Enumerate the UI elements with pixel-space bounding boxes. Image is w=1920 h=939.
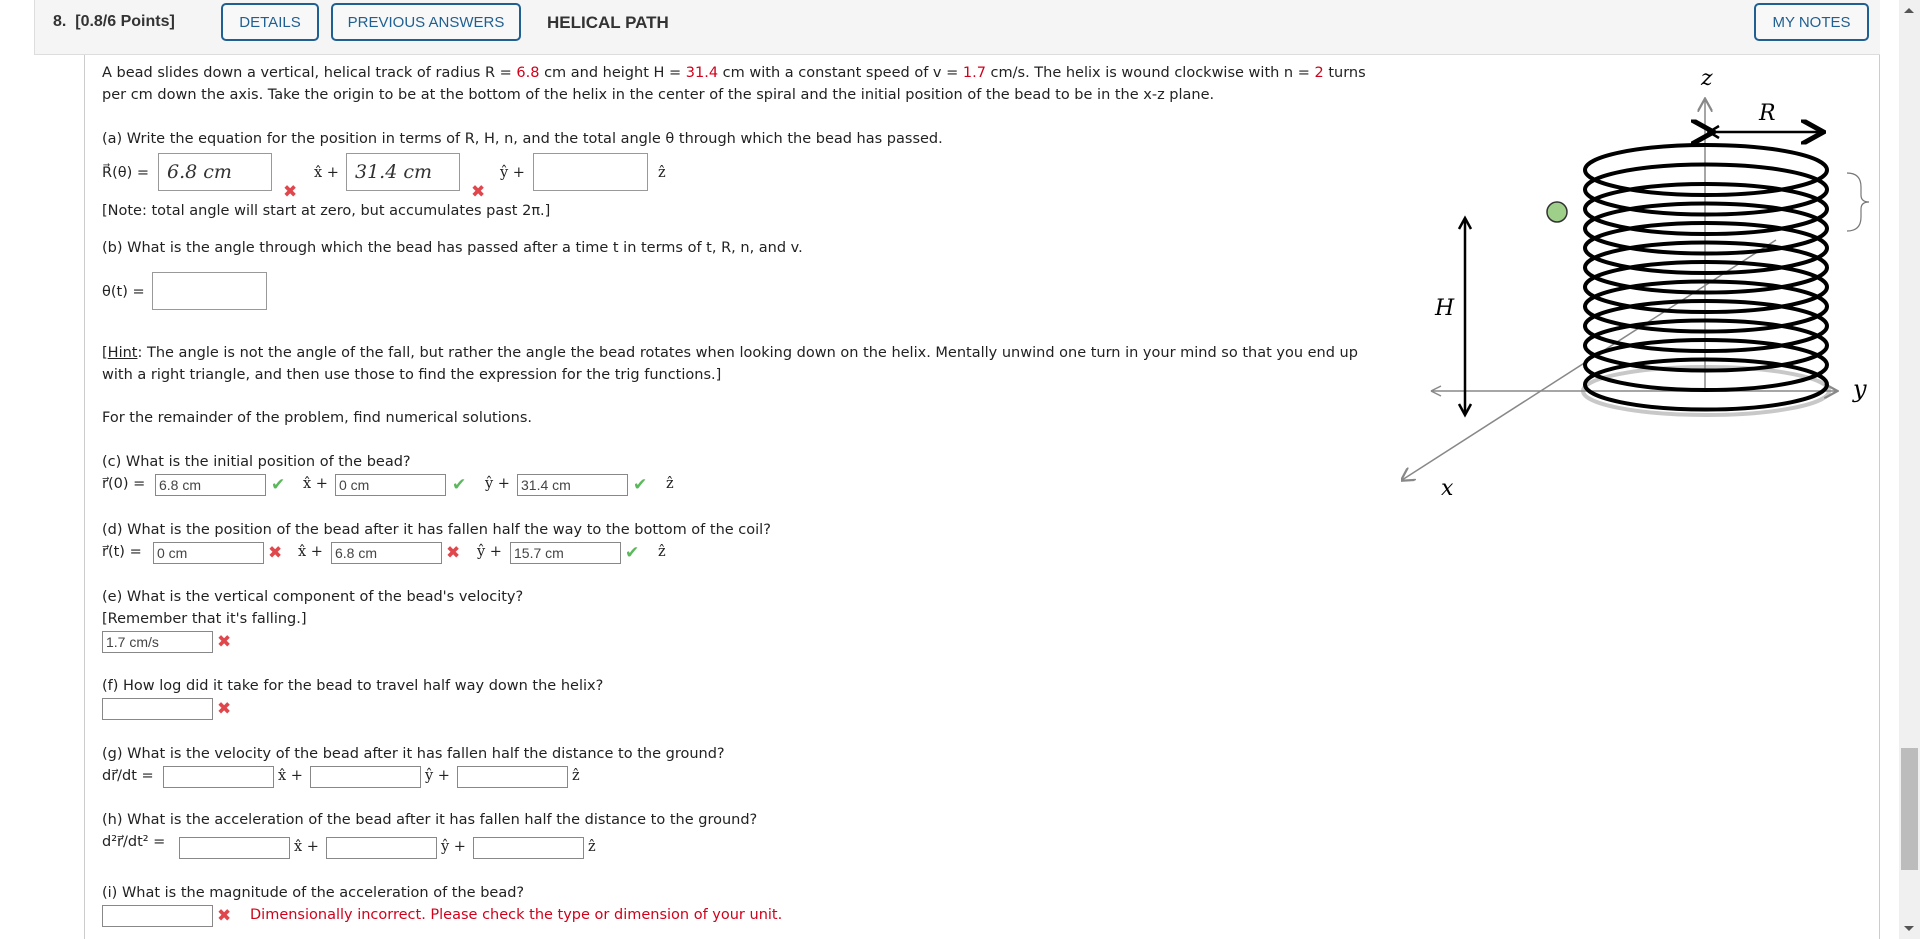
x-hat-unit: x̂ +	[314, 165, 339, 181]
H-label: H	[1434, 296, 1455, 321]
part-d-x-input[interactable]: 0 cm	[153, 542, 264, 564]
R-value: 6.8	[516, 65, 540, 81]
points-label: [0.8/6 Points]	[75, 13, 175, 30]
x-hat-unit: x̂ +	[303, 476, 328, 492]
x-label: x	[1441, 476, 1454, 501]
hint-line1: [Hint: The angle is not the angle of the…	[102, 345, 1358, 361]
hint-line2: with a right triangle, and then use thos…	[102, 367, 722, 383]
question-number: 8. [0.8/6 Points]	[53, 13, 175, 30]
incorrect-icon: ✖	[217, 632, 232, 652]
part-i-input[interactable]	[102, 905, 213, 927]
part-e-input[interactable]: 1.7 cm/s	[102, 631, 213, 653]
z-hat-unit: ẑ	[658, 165, 666, 181]
incorrect-icon: ✖	[446, 543, 461, 563]
x-hat-unit: x̂ +	[298, 544, 323, 560]
z-hat-unit: ẑ	[572, 768, 580, 784]
previous-answers-button[interactable]: PREVIOUS ANSWERS	[331, 3, 521, 41]
y-hat-unit: ŷ +	[485, 476, 510, 492]
part-f-question: (f) How log did it take for the bead to …	[102, 678, 604, 694]
part-g-question: (g) What is the velocity of the bead aft…	[102, 746, 725, 762]
y-hat-unit: ŷ +	[500, 165, 525, 181]
part-a-lhs: R⃗(θ) =	[102, 165, 150, 181]
scroll-thumb[interactable]	[1901, 748, 1918, 870]
part-h-x-input[interactable]	[179, 837, 290, 859]
z-hat-unit: ẑ	[666, 476, 674, 492]
part-c-question: (c) What is the initial position of the …	[102, 454, 411, 470]
part-g-x-input[interactable]	[163, 766, 274, 788]
part-f-input[interactable]	[102, 698, 213, 720]
n-value: 2	[1314, 65, 1324, 81]
incorrect-icon: ✖	[217, 906, 232, 926]
H-value: 31.4	[685, 65, 719, 81]
bead	[1546, 201, 1568, 223]
part-g-z-input[interactable]	[457, 766, 568, 788]
correct-icon: ✔	[625, 543, 640, 563]
correct-icon: ✔	[452, 475, 467, 495]
question-body: A bead slides down a vertical, helical t…	[84, 55, 1880, 939]
incorrect-icon: ✖	[471, 182, 486, 202]
y-hat-unit: ŷ +	[477, 544, 502, 560]
part-c-y-input[interactable]: 0 cm	[335, 474, 446, 496]
part-b-lhs: θ(t) =	[102, 284, 145, 300]
error-message: Dimensionally incorrect. Please check th…	[250, 907, 783, 923]
scroll-up-arrow[interactable]	[1904, 8, 1914, 13]
question-header: 8. [0.8/6 Points] DETAILS PREVIOUS ANSWE…	[34, 0, 1880, 55]
incorrect-icon: ✖	[217, 699, 232, 719]
incorrect-icon: ✖	[283, 182, 298, 202]
problem-statement-line2: per cm down the axis. Take the origin to…	[102, 87, 1215, 103]
part-d-lhs: r⃗(t) =	[102, 544, 142, 560]
my-notes-button[interactable]: MY NOTES	[1754, 3, 1869, 41]
helix-figure: z R n H y x	[1401, 66, 1870, 501]
remainder-note: For the remainder of the problem, find n…	[102, 410, 532, 426]
part-c-x-input[interactable]: 6.8 cm	[155, 474, 266, 496]
part-e-question: (e) What is the vertical component of th…	[102, 589, 524, 605]
part-g-lhs: dr⃗/dt =	[102, 768, 154, 784]
details-button[interactable]: DETAILS	[221, 3, 319, 41]
part-h-y-input[interactable]	[326, 837, 437, 859]
hint-link[interactable]: Hint	[108, 345, 138, 361]
part-a-z-input[interactable]	[533, 153, 648, 191]
part-d-y-input[interactable]: 6.8 cm	[331, 542, 442, 564]
vertical-scrollbar[interactable]	[1899, 0, 1920, 939]
n-brace	[1846, 172, 1870, 232]
R-label: R	[1758, 101, 1776, 126]
part-c-lhs: r⃗(0) =	[102, 476, 146, 492]
x-hat-unit: x̂ +	[278, 768, 303, 784]
part-h-lhs: d²r⃗/dt² =	[102, 834, 166, 850]
correct-icon: ✔	[271, 475, 286, 495]
part-b-input[interactable]	[152, 272, 267, 310]
part-d-question: (d) What is the position of the bead aft…	[102, 522, 771, 538]
part-a-y-input[interactable]: 31.4 cm	[346, 153, 460, 191]
helix-coils	[1583, 143, 1829, 412]
part-h-z-input[interactable]	[473, 837, 584, 859]
part-d-z-input[interactable]: 15.7 cm	[510, 542, 621, 564]
part-a-x-input[interactable]: 6.8 cm	[158, 153, 272, 191]
z-label: z	[1700, 66, 1713, 91]
z-hat-unit: ẑ	[658, 544, 666, 560]
question-title: HELICAL PATH	[547, 13, 669, 32]
part-b-question: (b) What is the angle through which the …	[102, 240, 803, 256]
incorrect-icon: ✖	[268, 543, 283, 563]
part-h-question: (h) What is the acceleration of the bead…	[102, 812, 758, 828]
part-a-note: [Note: total angle will start at zero, b…	[102, 203, 551, 219]
part-c-z-input[interactable]: 31.4 cm	[517, 474, 628, 496]
y-hat-unit: ŷ +	[441, 839, 466, 855]
v-value: 1.7	[962, 65, 986, 81]
y-hat-unit: ŷ +	[425, 768, 450, 784]
y-label: y	[1852, 375, 1867, 403]
part-a-question: (a) Write the equation for the position …	[102, 131, 943, 147]
part-i-question: (i) What is the magnitude of the acceler…	[102, 885, 525, 901]
part-e-note: [Remember that it's falling.]	[102, 611, 307, 627]
problem-statement-line1: A bead slides down a vertical, helical t…	[102, 65, 1366, 81]
x-hat-unit: x̂ +	[294, 839, 319, 855]
correct-icon: ✔	[633, 475, 648, 495]
part-g-y-input[interactable]	[310, 766, 421, 788]
scroll-down-arrow[interactable]	[1904, 926, 1914, 931]
z-hat-unit: ẑ	[588, 839, 596, 855]
